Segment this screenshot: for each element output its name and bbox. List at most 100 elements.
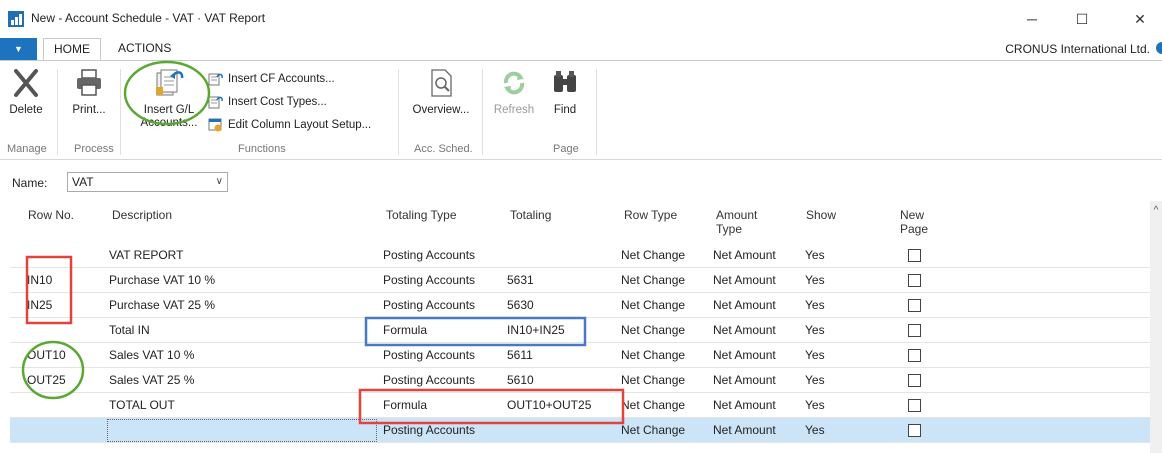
- cell-totaling-type[interactable]: Posting Accounts: [383, 368, 475, 393]
- cell-totaling[interactable]: IN10+IN25: [507, 318, 565, 343]
- edit-column-layout-setup-button[interactable]: Edit Column Layout Setup...: [208, 116, 371, 134]
- cell-amount-type[interactable]: Net Amount: [713, 368, 776, 393]
- cell-totaling-type[interactable]: Posting Accounts: [383, 418, 475, 443]
- cell-amount-type[interactable]: Net Amount: [713, 393, 776, 418]
- new-page-checkbox[interactable]: [908, 349, 921, 362]
- cell-show[interactable]: Yes: [805, 293, 825, 318]
- col-header-amount-type[interactable]: Amount Type: [716, 208, 757, 236]
- cell-show[interactable]: Yes: [805, 318, 825, 343]
- cell-totaling-type[interactable]: Formula: [383, 393, 427, 418]
- col-header-row-no[interactable]: Row No.: [28, 208, 74, 222]
- ribbon-tabs: ▼ HOME ACTIONS CRONUS International Ltd.: [0, 38, 1162, 61]
- col-header-totaling-type[interactable]: Totaling Type: [386, 208, 457, 222]
- table-row[interactable]: IN25 Purchase VAT 25 % Posting Accounts 563…: [10, 293, 1150, 318]
- amount-type-header-line1: Amount: [716, 208, 758, 222]
- cell-row-no[interactable]: OUT10: [27, 343, 66, 368]
- new-page-checkbox[interactable]: [908, 374, 921, 387]
- cell-row-type[interactable]: Net Change: [621, 418, 685, 443]
- cell-amount-type[interactable]: Net Amount: [713, 418, 776, 443]
- col-header-description[interactable]: Description: [112, 208, 172, 222]
- navigation-menu-button[interactable]: ▼: [0, 38, 37, 60]
- cell-row-type[interactable]: Net Change: [621, 268, 685, 293]
- table-row[interactable]: OUT10 Sales VAT 10 % Posting Accounts 5611 N…: [10, 343, 1150, 368]
- vertical-scrollbar[interactable]: [1150, 201, 1162, 453]
- delete-button[interactable]: Delete: [6, 67, 46, 117]
- cell-show[interactable]: Yes: [805, 243, 825, 268]
- minimize-button[interactable]: ─: [1010, 6, 1054, 32]
- new-page-checkbox[interactable]: [908, 324, 921, 337]
- description-edit-focus[interactable]: [107, 419, 377, 442]
- cell-show[interactable]: Yes: [805, 368, 825, 393]
- cell-row-type[interactable]: Net Change: [621, 393, 685, 418]
- new-page-checkbox[interactable]: [908, 424, 921, 437]
- table-row[interactable]: VAT REPORT Posting Accounts Net Change Net …: [10, 243, 1150, 268]
- find-button[interactable]: Find: [546, 67, 584, 117]
- cell-description[interactable]: VAT REPORT: [109, 243, 183, 268]
- cell-row-no[interactable]: IN10: [27, 268, 52, 293]
- table-row[interactable]: TOTAL OUT Formula OUT10+OUT25 Net Change Net…: [10, 393, 1150, 418]
- table-row[interactable]: Posting Accounts Net Change Net Amount Yes: [10, 418, 1150, 443]
- cell-description[interactable]: TOTAL OUT: [109, 393, 175, 418]
- company-name[interactable]: CRONUS International Ltd.: [1005, 42, 1150, 56]
- cell-totaling[interactable]: 5630: [507, 293, 534, 318]
- cell-row-type[interactable]: Net Change: [621, 318, 685, 343]
- cell-row-type[interactable]: Net Change: [621, 343, 685, 368]
- cell-amount-type[interactable]: Net Amount: [713, 293, 776, 318]
- col-header-show[interactable]: Show: [806, 208, 836, 222]
- insert-cf-accounts-button[interactable]: Insert CF Accounts...: [208, 70, 335, 88]
- new-page-checkbox[interactable]: [908, 274, 921, 287]
- cell-row-no[interactable]: OUT25: [27, 368, 66, 393]
- cell-row-type[interactable]: Net Change: [621, 368, 685, 393]
- overview-magnifier-icon: [431, 69, 452, 97]
- new-page-checkbox[interactable]: [908, 299, 921, 312]
- scroll-up-icon[interactable]: ^: [1150, 205, 1162, 216]
- cell-amount-type[interactable]: Net Amount: [713, 268, 776, 293]
- cell-description[interactable]: Purchase VAT 25 %: [109, 293, 215, 318]
- chevron-down-icon[interactable]: ∨: [216, 173, 223, 191]
- cell-description[interactable]: Sales VAT 10 %: [109, 343, 194, 368]
- table-row[interactable]: OUT25 Sales VAT 25 % Posting Accounts 5610 N…: [10, 368, 1150, 393]
- cell-totaling-type[interactable]: Posting Accounts: [383, 268, 475, 293]
- table-row[interactable]: Total IN Formula IN10+IN25 Net Change Net Am…: [10, 318, 1150, 343]
- table-row[interactable]: IN10 Purchase VAT 10 % Posting Accounts 563…: [10, 268, 1150, 293]
- cell-row-type[interactable]: Net Change: [621, 293, 685, 318]
- cell-totaling-type[interactable]: Posting Accounts: [383, 293, 475, 318]
- cell-show[interactable]: Yes: [805, 343, 825, 368]
- cell-description[interactable]: Total IN: [109, 318, 150, 343]
- col-header-totaling[interactable]: Totaling: [510, 208, 551, 222]
- insert-gl-accounts-button[interactable]: Insert G/L Accounts...: [134, 67, 204, 130]
- help-icon[interactable]: [1156, 42, 1162, 54]
- cell-show[interactable]: Yes: [805, 268, 825, 293]
- col-header-new-page[interactable]: New Page: [900, 208, 928, 236]
- maximize-button[interactable]: ☐: [1060, 6, 1104, 32]
- cell-show[interactable]: Yes: [805, 418, 825, 443]
- overview-button[interactable]: Overview...: [408, 67, 474, 117]
- insert-cost-types-button[interactable]: Insert Cost Types...: [208, 93, 327, 111]
- cell-totaling-type[interactable]: Formula: [383, 318, 427, 343]
- tab-actions[interactable]: ACTIONS: [108, 38, 181, 60]
- cell-totaling[interactable]: 5610: [507, 368, 534, 393]
- insert-gl-label-line2: Accounts...: [140, 117, 198, 129]
- cell-row-type[interactable]: Net Change: [621, 243, 685, 268]
- cell-row-no[interactable]: IN25: [27, 293, 52, 318]
- new-page-checkbox[interactable]: [908, 249, 921, 262]
- cell-totaling[interactable]: 5631: [507, 268, 534, 293]
- cell-totaling-type[interactable]: Posting Accounts: [383, 343, 475, 368]
- tab-home[interactable]: HOME: [43, 38, 101, 61]
- cell-description[interactable]: Purchase VAT 10 %: [109, 268, 215, 293]
- cell-amount-type[interactable]: Net Amount: [713, 243, 776, 268]
- cell-amount-type[interactable]: Net Amount: [713, 343, 776, 368]
- name-dropdown[interactable]: VAT ∨: [67, 172, 228, 192]
- cell-description[interactable]: Sales VAT 25 %: [109, 368, 194, 393]
- print-button[interactable]: Print...: [66, 67, 112, 117]
- cell-show[interactable]: Yes: [805, 393, 825, 418]
- ribbon-separator: [57, 69, 58, 155]
- cell-amount-type[interactable]: Net Amount: [713, 318, 776, 343]
- cell-totaling[interactable]: OUT10+OUT25: [507, 393, 591, 418]
- refresh-button[interactable]: Refresh: [490, 67, 538, 117]
- close-button[interactable]: ✕: [1118, 6, 1162, 32]
- cell-totaling[interactable]: 5611: [507, 343, 533, 368]
- new-page-checkbox[interactable]: [908, 399, 921, 412]
- cell-totaling-type[interactable]: Posting Accounts: [383, 243, 475, 268]
- col-header-row-type[interactable]: Row Type: [624, 208, 677, 222]
